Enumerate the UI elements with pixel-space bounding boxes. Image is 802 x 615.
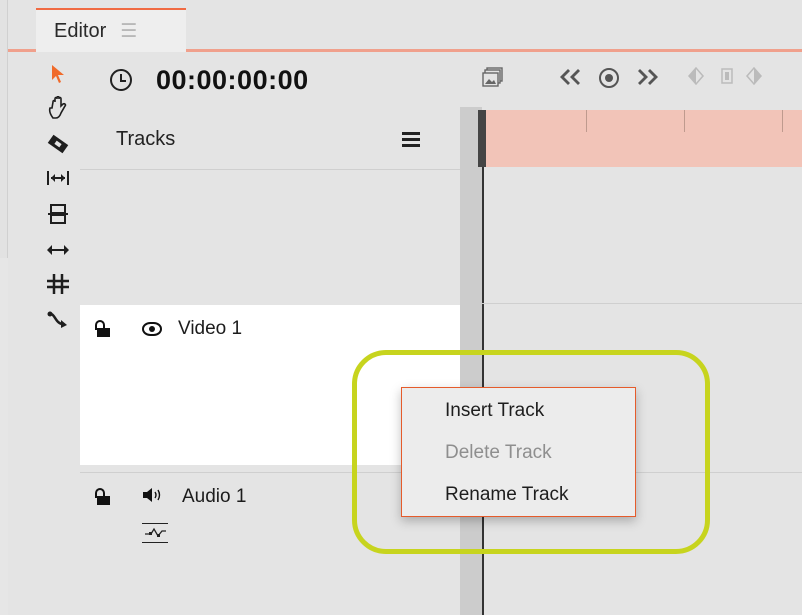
left-edge-panel [0,0,8,258]
fast-forward-icon[interactable] [632,67,662,93]
tracks-header: Tracks [80,110,460,170]
rewind-icon[interactable] [556,67,586,93]
tracks-label: Tracks [116,128,176,150]
transport-bar [482,55,802,105]
ruler-tick [586,110,587,132]
timecode-display[interactable]: 00:00:00:00 [156,65,309,96]
lane-divider [482,303,802,304]
ruler-tick [782,110,783,132]
record-icon[interactable] [598,67,620,95]
razor-tool-icon[interactable] [36,127,80,161]
tracks-menu-icon[interactable] [402,132,420,148]
editor-app: Editor ☰ 00:00:00:00 Tracks Video 1 Audi… [0,0,802,615]
roll-tool-icon[interactable] [36,197,80,231]
tab-bar: Editor ☰ [8,0,802,52]
tools-column [36,55,80,615]
video-track-controls: Video 1 [94,317,242,341]
keyframe-icon[interactable] [720,67,734,90]
menu-item-insert-track[interactable]: Insert Track [445,400,544,422]
video-track-name: Video 1 [178,318,243,339]
ripple-tool-icon[interactable] [36,161,80,195]
audio-track-controls: Audio 1 [94,485,246,509]
menu-item-delete-track: Delete Track [445,442,552,463]
clock-icon [110,69,132,91]
speaker-icon[interactable] [142,487,166,508]
slip-tool-icon[interactable] [36,233,80,267]
context-menu: Insert Track Delete Track Rename Track [401,387,636,517]
ruler-tick [684,110,685,132]
tab-menu-icon[interactable]: ☰ [120,20,137,43]
next-keyframe-icon[interactable] [746,66,762,90]
left-edge-strip [0,0,8,615]
playhead-handle[interactable] [478,110,486,167]
tab-label: Editor [54,19,107,42]
divider-top [460,55,482,107]
envelope-icon[interactable] [142,523,168,543]
unlock-icon[interactable] [94,320,110,338]
audio-track-name: Audio 1 [182,486,247,507]
prev-keyframe-icon[interactable] [688,66,704,90]
menu-item-rename-track[interactable]: Rename Track [445,484,569,506]
unlock-icon[interactable] [94,488,110,506]
hand-tool-icon[interactable] [36,91,80,125]
time-ruler[interactable] [482,110,802,167]
gallery-icon[interactable] [482,67,504,95]
select-tool-icon[interactable] [36,57,80,91]
eye-icon[interactable] [142,322,162,336]
tab-editor[interactable]: Editor ☰ [36,8,186,52]
slide-tool-icon[interactable] [36,267,80,301]
curve-tool-icon[interactable] [36,303,80,337]
timecode-row: 00:00:00:00 [80,55,460,105]
